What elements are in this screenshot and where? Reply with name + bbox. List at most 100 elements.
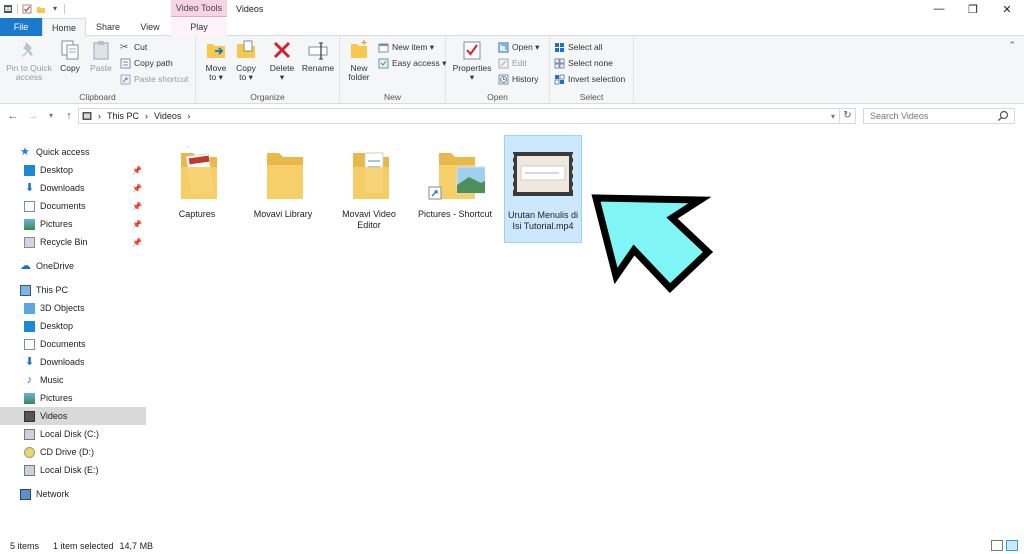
open-button[interactable]: Open ▾	[498, 40, 539, 54]
easy-access-button[interactable]: Easy access ▾	[378, 56, 446, 70]
pin-label: Pin to Quick access	[6, 63, 52, 82]
star-icon: ★	[20, 145, 30, 158]
nav-quick-access[interactable]: ★ Quick access	[0, 143, 146, 161]
nav-qa-desktop[interactable]: Desktop 📌	[0, 161, 146, 179]
nav-label: Documents	[40, 339, 86, 349]
explorer-app-icon[interactable]	[3, 4, 13, 14]
download-arrow-icon: ⬇	[24, 181, 35, 194]
pin-icon	[22, 42, 33, 57]
edit-button[interactable]: Edit	[498, 56, 527, 70]
nav-qa-recycle-bin[interactable]: Recycle Bin 📌	[0, 233, 146, 251]
delete-button[interactable]: Delete ▾	[268, 39, 296, 82]
rename-label: Rename	[301, 63, 335, 73]
breadcrumb-separator: ›	[145, 111, 149, 121]
file-item-pictures-shortcut[interactable]: Pictures - Shortcut	[416, 135, 494, 243]
close-button[interactable]: ✕	[990, 0, 1024, 18]
clipboard-group: Pin to Quick access Copy Paste ✂ Cut Cop…	[0, 36, 196, 104]
nav-qa-downloads[interactable]: ⬇ Downloads 📌	[0, 179, 146, 197]
copy-button[interactable]: Copy	[57, 39, 83, 73]
new-folder-qat-icon[interactable]	[36, 4, 46, 14]
details-view-icon[interactable]	[991, 540, 1003, 551]
cut-button[interactable]: ✂ Cut	[120, 40, 147, 54]
nav-pc-desktop[interactable]: Desktop	[0, 317, 146, 335]
nav-pc-local-disk-e[interactable]: Local Disk (E:)	[0, 461, 146, 479]
nav-pc-local-disk-c[interactable]: Local Disk (C:)	[0, 425, 146, 443]
pictures-icon	[24, 392, 35, 404]
new-group: New folder New item ▾ Easy access ▾ New	[340, 36, 446, 104]
nav-pc-music[interactable]: ♪ Music	[0, 371, 146, 389]
breadcrumb-videos[interactable]: Videos	[154, 111, 181, 121]
paste-shortcut-button[interactable]: Paste shortcut	[120, 72, 188, 86]
tab-play[interactable]: Play	[171, 18, 227, 36]
recent-locations-chevron-icon[interactable]: ▾	[44, 109, 58, 123]
maximize-button[interactable]: ❐	[956, 0, 990, 18]
breadcrumb-separator: ›	[98, 111, 101, 121]
nav-pc-documents[interactable]: Documents	[0, 335, 146, 353]
nav-label: Music	[40, 375, 64, 385]
forward-button[interactable]: →	[26, 109, 40, 123]
move-to-button[interactable]: Move to ▾	[202, 39, 230, 82]
nav-pc-pictures[interactable]: Pictures	[0, 389, 146, 407]
file-name: Movavi Video Editor	[342, 209, 396, 230]
large-icons-view-icon[interactable]	[1006, 540, 1018, 551]
properties-check-icon[interactable]	[22, 4, 32, 14]
nav-label: Pictures	[40, 219, 73, 229]
nav-qa-pictures[interactable]: Pictures 📌	[0, 215, 146, 233]
invert-selection-button[interactable]: Invert selection	[554, 72, 625, 86]
tab-home[interactable]: Home	[42, 18, 86, 37]
organize-group: Move to ▾ Copy to ▾ Delete ▾ Rename Orga…	[196, 36, 340, 104]
nav-pc-downloads[interactable]: ⬇ Downloads	[0, 353, 146, 371]
file-list: Captures Movavi Library Movavi Video Edi…	[146, 127, 1024, 537]
nav-pc-3d-objects[interactable]: 3D Objects	[0, 299, 146, 317]
nav-pc-videos[interactable]: Videos	[0, 407, 146, 425]
paste-label: Paste	[90, 63, 112, 73]
nav-qa-documents[interactable]: Documents 📌	[0, 197, 146, 215]
nav-label: CD Drive (D:)	[40, 447, 94, 457]
breadcrumb-this-pc[interactable]: This PC	[107, 111, 139, 121]
pin-icon[interactable]: 📌	[132, 166, 142, 175]
file-item-movavi-video-editor[interactable]: Movavi Video Editor	[330, 135, 408, 243]
copy-path-button[interactable]: Copy path	[120, 56, 173, 70]
nav-this-pc[interactable]: This PC	[0, 281, 146, 299]
new-item-button[interactable]: New item ▾	[378, 40, 434, 54]
desktop-icon	[24, 164, 35, 176]
qat-dropdown-icon[interactable]: ▾	[50, 4, 60, 14]
ribbon-collapse-icon[interactable]: ⌃	[1008, 40, 1016, 51]
tab-file[interactable]: File	[0, 18, 42, 36]
nav-label: Quick access	[36, 147, 90, 157]
pin-icon[interactable]: 📌	[132, 202, 142, 211]
address-bar[interactable]: › This PC › Videos › ▾	[78, 108, 840, 124]
file-item-captures[interactable]: Captures	[158, 135, 236, 243]
nav-label: Local Disk (E:)	[40, 465, 99, 475]
back-button[interactable]: ←	[6, 109, 20, 123]
pin-icon[interactable]: 📌	[132, 220, 142, 229]
search-input[interactable]	[863, 108, 1015, 124]
history-button[interactable]: History	[498, 72, 538, 86]
pin-icon[interactable]: 📌	[132, 184, 142, 193]
nav-label: OneDrive	[36, 261, 75, 271]
tab-view[interactable]: View	[130, 18, 170, 36]
paste-button[interactable]: Paste	[87, 39, 115, 73]
new-folder-button[interactable]: New folder	[344, 39, 374, 82]
address-dropdown-icon[interactable]: ▾	[831, 112, 835, 121]
pin-to-quick-access-button[interactable]: Pin to Quick access	[2, 39, 56, 82]
select-all-button[interactable]: Select all	[554, 40, 603, 54]
file-item-movavi-library[interactable]: Movavi Library	[244, 135, 322, 243]
file-item-video-mp4[interactable]: Urutan Menulis di Isi Tutorial.mp4	[504, 135, 582, 243]
rename-button[interactable]: Rename	[300, 39, 336, 73]
nav-pc-cd-drive-d[interactable]: CD Drive (D:)	[0, 443, 146, 461]
nav-network[interactable]: Network	[0, 485, 146, 503]
ribbon-tabs: File Home Share View Play	[0, 18, 1024, 37]
minimize-button[interactable]: —	[922, 0, 956, 18]
pin-icon[interactable]: 📌	[132, 238, 142, 247]
up-button[interactable]: ↑	[62, 109, 76, 123]
nav-onedrive[interactable]: ☁ OneDrive	[0, 257, 146, 275]
copy-label: Copy	[60, 63, 80, 73]
properties-button[interactable]: Properties ▾	[450, 39, 494, 82]
copy-to-button[interactable]: Copy to ▾	[232, 39, 260, 82]
select-none-button[interactable]: Select none	[554, 56, 613, 70]
refresh-button[interactable]: ↻	[840, 108, 856, 124]
nav-label: Network	[36, 489, 70, 499]
search-icon[interactable]	[997, 110, 1009, 122]
tab-share[interactable]: Share	[88, 18, 128, 36]
